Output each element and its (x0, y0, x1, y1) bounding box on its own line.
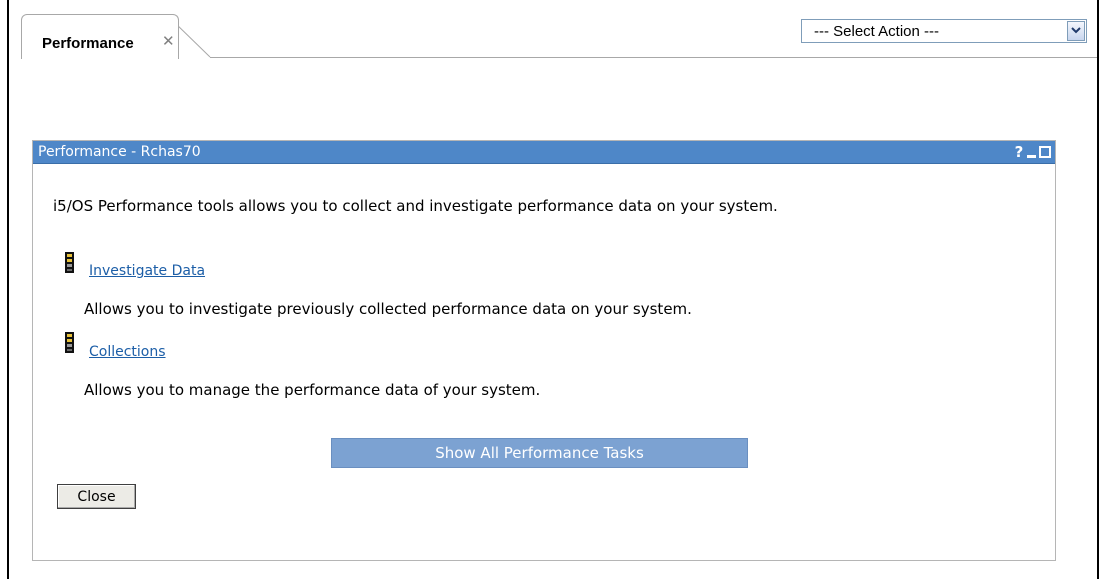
select-action-value: --- Select Action --- (814, 23, 940, 40)
performance-portlet: Performance - Rchas70 ? i5/OS Performanc… (32, 140, 1056, 561)
tab-performance[interactable]: Performance ✕ (21, 14, 179, 59)
dropdown-arrow-button[interactable] (1067, 21, 1085, 41)
tab-baseline (210, 57, 1097, 58)
task-icon (65, 252, 74, 273)
select-action-dropdown[interactable]: --- Select Action --- (801, 19, 1087, 43)
portlet-controls: ? (1014, 143, 1051, 161)
help-icon[interactable]: ? (1014, 143, 1024, 161)
minimize-icon[interactable] (1027, 154, 1036, 158)
tab-label: Performance (42, 35, 134, 52)
close-button[interactable]: Close (57, 484, 136, 509)
investigate-data-link[interactable]: Investigate Data (89, 263, 205, 279)
portlet-title: Performance - Rchas70 (38, 144, 201, 160)
chevron-down-icon (1071, 27, 1081, 34)
portlet-intro-text: i5/OS Performance tools allows you to co… (53, 197, 778, 215)
investigate-data-description: Allows you to investigate previously col… (84, 300, 692, 318)
window-right-border (1097, 0, 1099, 579)
collections-link[interactable]: Collections (89, 344, 166, 360)
window-left-border (7, 0, 9, 579)
show-all-performance-tasks-button[interactable]: Show All Performance Tasks (331, 438, 748, 468)
maximize-icon[interactable] (1039, 146, 1051, 158)
tab-close-icon[interactable]: ✕ (162, 32, 175, 50)
portlet-titlebar: Performance - Rchas70 ? (33, 141, 1055, 164)
collections-description: Allows you to manage the performance dat… (84, 381, 541, 399)
task-icon (65, 332, 74, 353)
